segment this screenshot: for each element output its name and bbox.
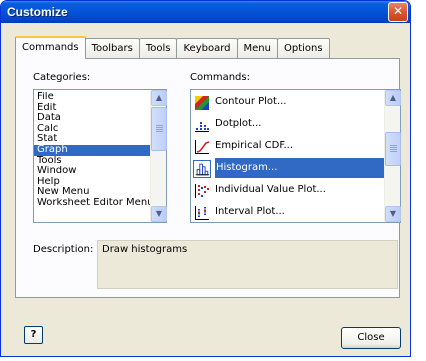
help-button[interactable]: ? [24,326,43,344]
close-icon: ✕ [392,4,404,18]
list-item[interactable]: File [34,92,166,103]
scroll-thumb[interactable] [151,107,167,151]
list-item[interactable]: Individual Value Plot... [191,180,400,202]
chevron-down-icon: ▼ [155,209,163,218]
description-text: Draw histograms [102,244,188,255]
individual-value-plot-icon [195,184,209,198]
list-item[interactable]: Calc [34,124,166,135]
tab-label: Tools [145,43,171,54]
scroll-down-button[interactable]: ▼ [151,206,167,222]
description-box: Draw histograms [97,240,398,289]
tab-label: Toolbars [91,43,133,54]
list-item[interactable]: New Menu [34,187,166,198]
tab-options[interactable]: Options [276,38,330,59]
tab-keyboard[interactable]: Keyboard [176,38,238,59]
categories-list[interactable]: File Edit Data Calc Stat Graph Tools Win… [33,89,167,223]
close-window-button[interactable]: ✕ [388,2,408,22]
close-button[interactable]: Close [341,327,401,349]
list-item[interactable]: Contour Plot... [191,92,400,114]
scroll-down-button[interactable]: ▼ [385,206,401,222]
contour-plot-icon [195,96,209,110]
window-title: Customize [7,5,68,19]
chevron-down-icon: ▼ [389,209,397,218]
tab-tools[interactable]: Tools [138,38,178,59]
commands-list[interactable]: Contour Plot... Dotplot... Empirical CDF… [190,89,401,223]
list-item-selected[interactable]: Graph [34,144,166,156]
list-item[interactable]: Data [34,113,166,124]
categories-scrollbar[interactable]: ▲ ▼ [150,90,167,222]
tab-menu[interactable]: Menu [236,38,278,59]
tab-commands[interactable]: Commands [15,36,86,59]
list-item[interactable]: Worksheet Editor Menu [34,198,166,206]
tab-label: Menu [243,43,271,54]
help-icon: ? [30,329,37,340]
commands-scrollbar[interactable]: ▲ ▼ [384,90,401,222]
title-bar[interactable]: Customize ✕ [1,1,410,23]
empirical-cdf-icon [195,140,210,154]
tab-toolbars[interactable]: Toolbars [84,38,140,59]
list-item[interactable]: Dotplot... [191,114,400,136]
dotplot-icon [195,122,209,132]
list-item[interactable]: Edit [34,103,166,114]
tab-label: Options [283,43,323,54]
tab-label: Commands [22,42,79,53]
list-item[interactable]: Tools [34,156,166,167]
scroll-up-button[interactable]: ▲ [385,90,401,106]
tab-strip: Commands Toolbars Tools Keyboard Menu Op… [15,36,330,59]
scroll-thumb[interactable] [385,132,401,166]
tab-label: Keyboard [183,43,231,54]
interval-plot-icon [195,206,209,220]
list-item[interactable]: Help [34,177,166,188]
list-item-selected[interactable]: Histogram... [191,158,400,180]
categories-label: Categories: [33,72,91,83]
list-item[interactable]: Interval Plot... [191,202,400,224]
list-item[interactable]: Empirical CDF... [191,136,400,158]
chevron-up-icon: ▲ [155,93,163,102]
scroll-up-button[interactable]: ▲ [151,90,167,106]
commands-label: Commands: [190,72,250,83]
histogram-icon [193,160,211,178]
description-label: Description: [33,244,94,255]
list-item[interactable]: Stat [34,134,166,145]
list-item[interactable]: Window [34,166,166,177]
chevron-up-icon: ▲ [389,93,397,102]
close-button-label: Close [357,332,385,343]
